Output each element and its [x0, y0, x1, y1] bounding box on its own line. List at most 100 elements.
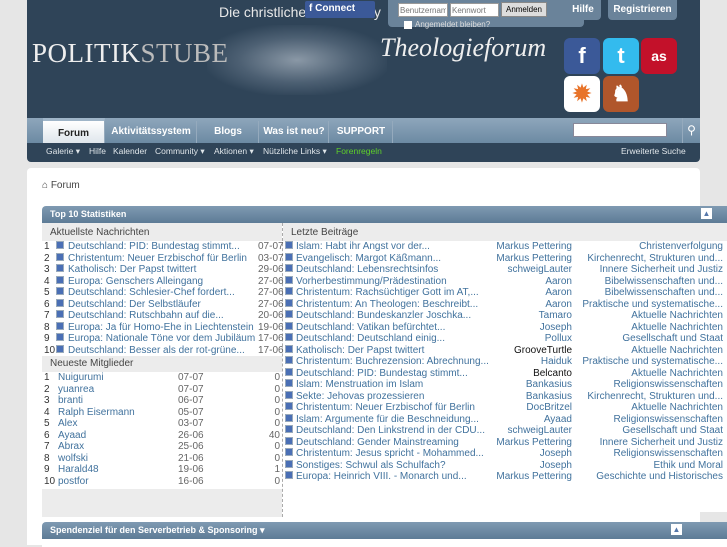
- member-link[interactable]: Ralph Eisermann: [58, 407, 135, 419]
- news-link[interactable]: Deutschland: PID: Bundestag stimmt...: [68, 241, 240, 253]
- news-link[interactable]: Europa: Ja für Homo-Ehe in Liechtenstein: [68, 322, 254, 334]
- member-link[interactable]: wolfski: [58, 453, 88, 465]
- post-forum[interactable]: Aktuelle Nachrichten: [631, 345, 723, 357]
- news-link[interactable]: Christentum: Neuer Erzbischof für Berlin: [68, 253, 247, 265]
- help-button[interactable]: Hilfe: [565, 0, 601, 20]
- post-author[interactable]: Belcanto: [533, 368, 572, 380]
- post-forum[interactable]: Ethik und Moral: [654, 460, 723, 472]
- search-input[interactable]: [573, 123, 667, 137]
- post-author[interactable]: Joseph: [540, 448, 572, 460]
- post-forum[interactable]: Aktuelle Nachrichten: [631, 368, 723, 380]
- post-author[interactable]: Aaron: [545, 276, 572, 288]
- post-forum[interactable]: Bibelwissenschaften und...: [605, 276, 723, 288]
- post-forum[interactable]: Religionswissenschaften: [613, 414, 723, 426]
- news-link[interactable]: Deutschland: Rutschbahn auf die...: [68, 310, 224, 322]
- subnav-hilfe[interactable]: Hilfe: [89, 146, 106, 156]
- news-link[interactable]: Deutschland: Schlesier-Chef fordert...: [68, 287, 235, 299]
- post-author[interactable]: Markus Pettering: [496, 253, 572, 265]
- collapse-icon[interactable]: ▲: [701, 208, 712, 219]
- post-forum[interactable]: Aktuelle Nachrichten: [631, 402, 723, 414]
- search-icon[interactable]: ⚲: [682, 118, 700, 143]
- post-author[interactable]: Markus Pettering: [496, 471, 572, 483]
- tab-support[interactable]: SUPPORT: [330, 121, 393, 143]
- subnav-nuetzliche-links[interactable]: Nützliche Links ▾: [263, 146, 327, 157]
- post-author[interactable]: Pollux: [545, 333, 572, 345]
- post-forum[interactable]: Gesellschaft und Staat: [622, 425, 723, 437]
- post-forum[interactable]: Geschichte und Historisches: [596, 471, 723, 483]
- member-link[interactable]: Nuigurumi: [58, 372, 104, 384]
- post-forum[interactable]: Aktuelle Nachrichten: [631, 310, 723, 322]
- news-link[interactable]: Deutschland: Besser als der rot-grüne...: [68, 345, 245, 357]
- post-link[interactable]: Deutschland: Deutschland einig...: [296, 333, 445, 345]
- post-link[interactable]: Christentum: Neuer Erzbischof für Berlin: [296, 402, 475, 414]
- subnav-aktionen[interactable]: Aktionen ▾: [214, 146, 254, 157]
- post-link[interactable]: Deutschland: Lebensrechtsinfos: [296, 264, 438, 276]
- username-input[interactable]: [398, 3, 448, 17]
- post-author[interactable]: Aaron: [545, 287, 572, 299]
- post-author[interactable]: Aaron: [545, 299, 572, 311]
- post-author[interactable]: Bankasius: [526, 379, 572, 391]
- subnav-forenregeln[interactable]: Forenregeln: [336, 146, 382, 156]
- post-author[interactable]: GrooveTurtle: [514, 345, 572, 357]
- post-link[interactable]: Evangelisch: Margot Käßmann...: [296, 253, 441, 265]
- subnav-community[interactable]: Community ▾: [155, 146, 205, 157]
- post-author[interactable]: Joseph: [540, 322, 572, 334]
- badge-icon[interactable]: ✹: [564, 76, 600, 112]
- post-forum[interactable]: Innere Sicherheit und Justiz: [600, 437, 723, 449]
- news-link[interactable]: Europa: Genschers Alleingang: [68, 276, 203, 288]
- member-link[interactable]: Alex: [58, 418, 77, 430]
- post-link[interactable]: Deutschland: PID: Bundestag stimmt...: [296, 368, 468, 380]
- post-forum[interactable]: Religionswissenschaften: [613, 379, 723, 391]
- member-link[interactable]: postfor: [58, 476, 89, 488]
- member-link[interactable]: yuanrea: [58, 384, 94, 396]
- post-forum[interactable]: Praktische und systematische...: [582, 299, 723, 311]
- password-input[interactable]: [450, 3, 499, 17]
- post-link[interactable]: Europa: Heinrich VIII. - Monarch und...: [296, 471, 467, 483]
- post-author[interactable]: Markus Pettering: [496, 241, 572, 253]
- home-icon[interactable]: ⌂: [42, 180, 48, 191]
- post-forum[interactable]: Innere Sicherheit und Justiz: [600, 264, 723, 276]
- post-link[interactable]: Deutschland: Den Linkstrend in der CDU..…: [296, 425, 485, 437]
- post-link[interactable]: Islam: Menstruation im Islam: [296, 379, 423, 391]
- remember-me-checkbox[interactable]: Angemeldet bleiben?: [404, 20, 490, 29]
- post-author[interactable]: Tamaro: [539, 310, 572, 322]
- post-link[interactable]: Christentum: Rachsüchtiger Gott im AT,..…: [296, 287, 479, 299]
- post-forum[interactable]: Praktische und systematische...: [582, 356, 723, 368]
- post-forum[interactable]: Kirchenrecht, Strukturen und...: [587, 391, 723, 403]
- post-link[interactable]: Islam: Argumente für die Beschneidung...: [296, 414, 479, 426]
- post-author[interactable]: Markus Pettering: [496, 437, 572, 449]
- post-link[interactable]: Sekte: Jehovas prozessieren: [296, 391, 424, 403]
- subnav-galerie[interactable]: Galerie ▾: [46, 146, 80, 157]
- post-author[interactable]: Ayaad: [544, 414, 572, 426]
- game-icon[interactable]: ♞: [603, 76, 639, 112]
- post-forum[interactable]: Religionswissenschaften: [613, 448, 723, 460]
- news-link[interactable]: Deutschland: Der Selbstläufer: [68, 299, 201, 311]
- twitter-icon[interactable]: t: [603, 38, 639, 74]
- post-author[interactable]: schweigLauter: [508, 264, 572, 276]
- breadcrumb-forum[interactable]: Forum: [51, 180, 80, 191]
- register-button[interactable]: Registrieren: [608, 0, 677, 20]
- post-link[interactable]: Katholisch: Der Papst twittert: [296, 345, 424, 357]
- tab-was-ist-neu[interactable]: Was ist neu?: [260, 121, 329, 143]
- tab-blogs[interactable]: Blogs: [198, 121, 259, 143]
- post-forum[interactable]: Kirchenrecht, Strukturen und...: [587, 253, 723, 265]
- post-author[interactable]: schweigLauter: [508, 425, 572, 437]
- advanced-search-link[interactable]: Erweiterte Suche: [621, 146, 686, 156]
- post-link[interactable]: Deutschland: Bundeskanzler Joschka...: [296, 310, 471, 322]
- member-link[interactable]: Ayaad: [58, 430, 86, 442]
- news-link[interactable]: Europa: Nationale Töne vor dem Jubiläum: [68, 333, 255, 345]
- post-link[interactable]: Christentum: Buchrezension: Abrechnung..…: [296, 356, 489, 368]
- post-forum[interactable]: Aktuelle Nachrichten: [631, 322, 723, 334]
- post-author[interactable]: Bankasius: [526, 391, 572, 403]
- tab-aktivitaetssystem[interactable]: Aktivitätssystem: [106, 121, 197, 143]
- post-author[interactable]: DocBritzel: [526, 402, 572, 414]
- member-link[interactable]: branti: [58, 395, 83, 407]
- facebook-icon[interactable]: f: [564, 38, 600, 74]
- news-link[interactable]: Katholisch: Der Papst twittert: [68, 264, 196, 276]
- post-author[interactable]: Haiduk: [541, 356, 572, 368]
- post-link[interactable]: Islam: Habt ihr Angst vor der...: [296, 241, 430, 253]
- member-link[interactable]: Abrax: [58, 441, 84, 453]
- member-link[interactable]: Harald48: [58, 464, 99, 476]
- facebook-connect-button[interactable]: f Connect: [305, 1, 375, 18]
- collapse-icon[interactable]: ▲: [671, 524, 682, 535]
